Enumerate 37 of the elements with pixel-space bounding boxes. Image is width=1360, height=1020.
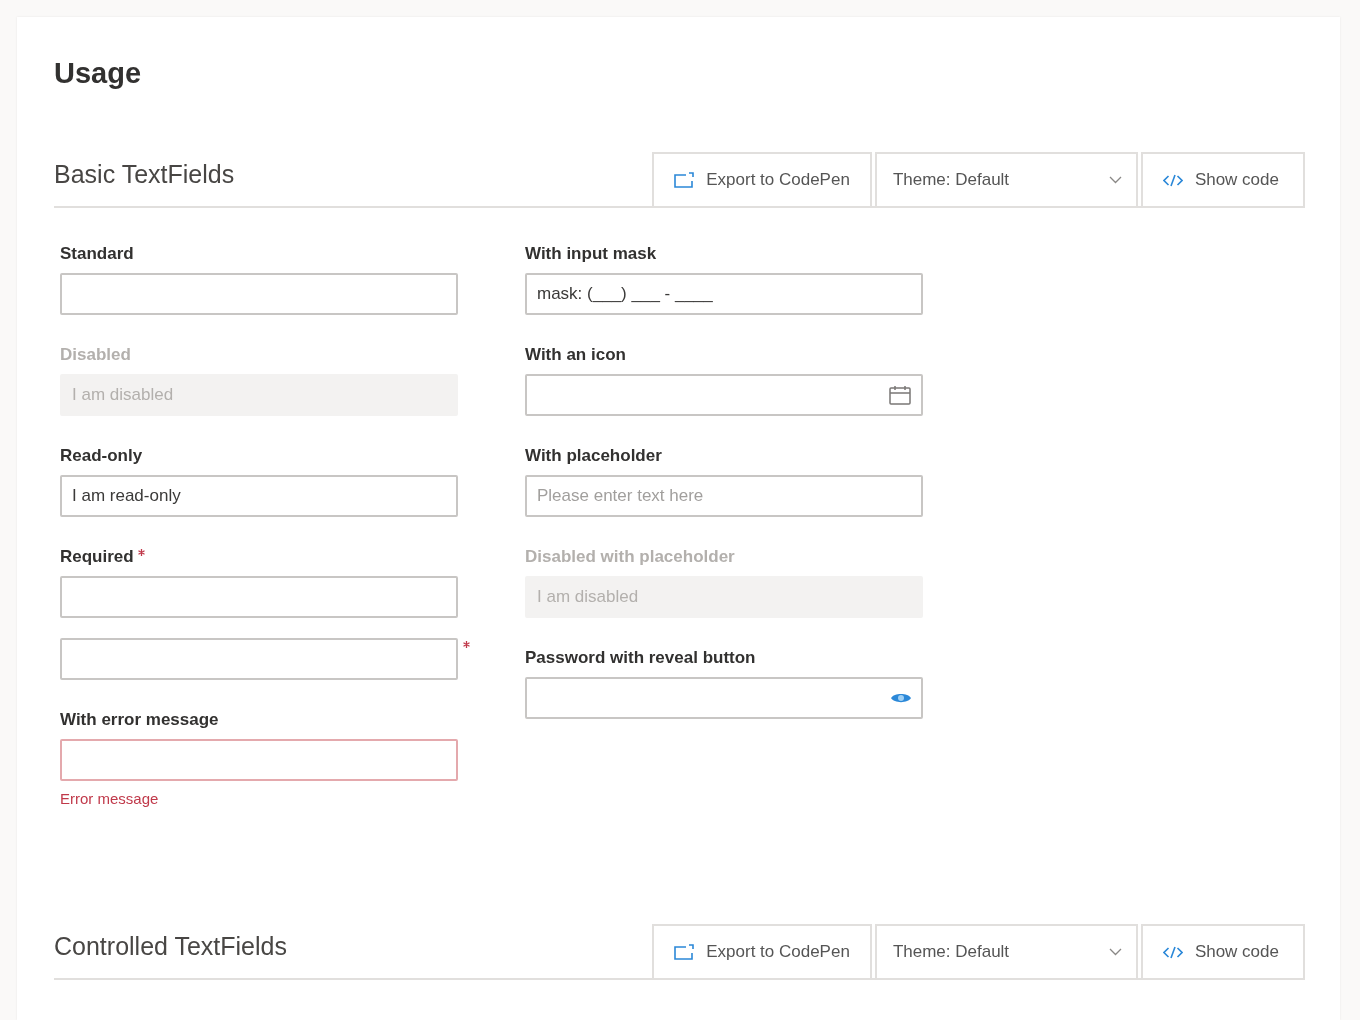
chevron-down-icon — [1108, 176, 1122, 184]
field-label: With error message — [60, 709, 219, 731]
show-code-button[interactable]: Show code — [1140, 152, 1305, 206]
field-label: Read-only — [60, 445, 143, 467]
text-field[interactable] — [60, 273, 458, 315]
text-field[interactable] — [525, 374, 923, 416]
code-icon — [1162, 945, 1183, 959]
field-label: With input mask — [525, 243, 657, 265]
eye-icon[interactable] — [891, 692, 911, 704]
text-field[interactable]: mask: (___) ___ - ____ — [525, 273, 923, 315]
field-label: Disabled — [60, 344, 131, 366]
chevron-down-icon — [1108, 948, 1122, 956]
calendar-icon — [889, 385, 911, 405]
export-icon — [674, 172, 695, 188]
text-field[interactable] — [60, 576, 458, 618]
field-label: Disabled with placeholder — [525, 546, 735, 568]
text-field[interactable] — [60, 739, 458, 781]
text-field[interactable]: Please enter text here — [525, 475, 923, 517]
field-label: Required — [60, 546, 134, 568]
field-label: With an icon — [525, 344, 626, 366]
field-label: Password with reveal button — [525, 647, 756, 669]
page-title: Usage — [54, 56, 143, 91]
password-field[interactable] — [525, 677, 923, 719]
field-label: With placeholder — [525, 445, 662, 467]
text-field[interactable] — [60, 638, 458, 680]
error-message: Error message — [60, 789, 160, 808]
section-title: Basic TextFields — [54, 159, 235, 190]
export-button[interactable]: Export to CodePen — [652, 924, 872, 978]
code-icon — [1162, 173, 1183, 187]
section-title: Controlled TextFields — [54, 931, 287, 962]
theme-dropdown[interactable]: Theme: Default — [874, 924, 1138, 978]
show-code-button[interactable]: Show code — [1140, 924, 1305, 978]
export-icon — [674, 944, 695, 960]
field-label: Standard — [60, 243, 134, 265]
export-button[interactable]: Export to CodePen — [652, 152, 872, 206]
text-field[interactable]: I am read-only — [60, 475, 458, 517]
theme-dropdown[interactable]: Theme: Default — [874, 152, 1138, 206]
